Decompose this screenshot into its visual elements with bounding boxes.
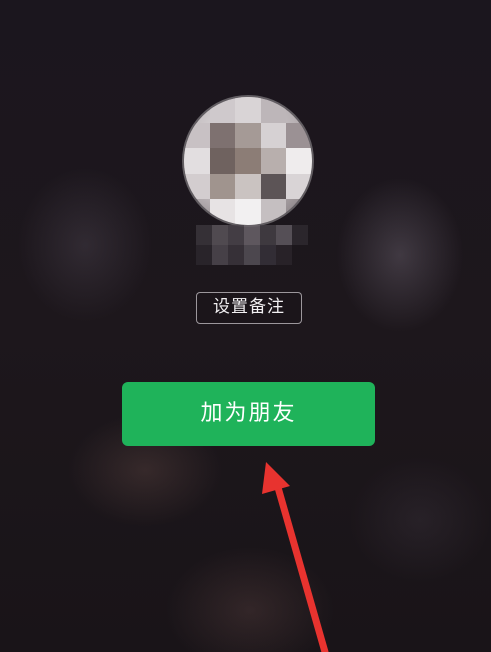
avatar-mosaic	[184, 97, 312, 225]
arrow-head	[262, 462, 290, 494]
add-friend-button[interactable]: 加为朋友	[122, 382, 375, 446]
set-remark-button[interactable]: 设置备注	[196, 292, 302, 324]
arrow-shaft	[273, 480, 329, 652]
avatar[interactable]	[184, 97, 312, 225]
nickname-mosaic	[196, 225, 308, 265]
profile-screen: 设置备注 加为朋友	[0, 0, 491, 652]
